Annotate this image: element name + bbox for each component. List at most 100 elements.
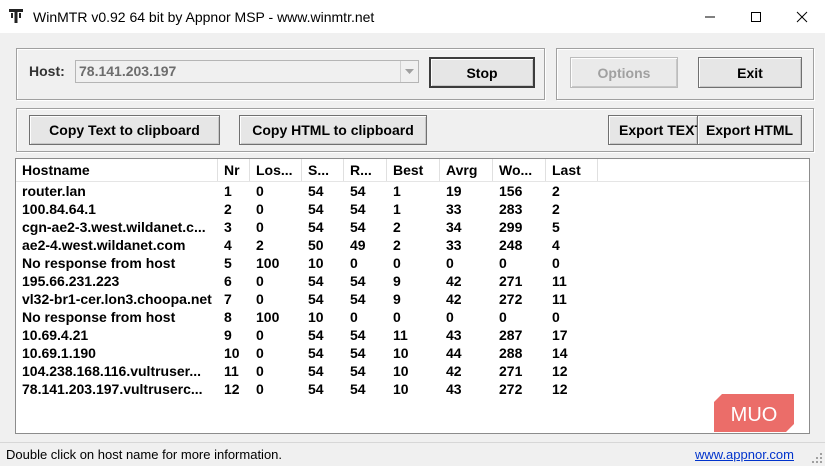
appnor-link[interactable]: www.appnor.com xyxy=(695,447,794,462)
column-header-recv[interactable]: R... xyxy=(344,159,387,181)
cell-best: 9 xyxy=(393,291,401,307)
column-header-last[interactable]: Last xyxy=(546,159,598,181)
options-button[interactable]: Options xyxy=(570,57,678,88)
cell-hostname[interactable]: 78.141.203.197.vultruserc... xyxy=(16,380,218,398)
cell-hostname[interactable]: vl32-br1-cer.lon3.choopa.net xyxy=(16,290,218,308)
copy-text-button[interactable]: Copy Text to clipboard xyxy=(29,115,220,145)
cell-worst: 288 xyxy=(499,345,523,361)
column-header-best[interactable]: Best xyxy=(387,159,440,181)
column-header-worst[interactable]: Wo... xyxy=(493,159,546,181)
cell-sent: 54 xyxy=(308,291,324,307)
svg-text:MUO: MUO xyxy=(731,404,778,426)
cell-hostname[interactable]: 100.84.64.1 xyxy=(16,200,218,218)
cell-worst: 248 xyxy=(499,237,523,253)
cell-worst: 272 xyxy=(499,381,523,397)
maximize-icon xyxy=(751,11,761,22)
cell-recv: 54 xyxy=(350,183,366,199)
cell-avrg: 0 xyxy=(446,255,454,271)
cell-avrg: 33 xyxy=(446,201,462,217)
cell-avrg: 33 xyxy=(446,237,462,253)
cell-hostname[interactable]: ae2-4.west.wildanet.com xyxy=(16,236,218,254)
cell-avrg: 44 xyxy=(446,345,462,361)
cell-worst: 271 xyxy=(499,273,523,289)
cell-loss: 0 xyxy=(256,183,264,199)
table-row[interactable]: 10.69.1.190 10 0 54 54 10 44 288 14 xyxy=(16,344,809,362)
table-row[interactable]: vl32-br1-cer.lon3.choopa.net 7 0 54 54 9 42 272… xyxy=(16,290,809,308)
cell-avrg: 42 xyxy=(446,363,462,379)
cell-sent: 54 xyxy=(308,363,324,379)
cell-loss: 0 xyxy=(256,381,264,397)
cell-last: 11 xyxy=(552,291,567,307)
exit-button[interactable]: Exit xyxy=(698,57,802,88)
cell-nr: 5 xyxy=(224,255,232,271)
cell-best: 2 xyxy=(393,237,401,253)
cell-last: 12 xyxy=(552,363,568,379)
cell-hostname[interactable]: 104.238.168.116.vultruser... xyxy=(16,362,218,380)
cell-best: 2 xyxy=(393,219,401,235)
cell-recv: 0 xyxy=(350,255,358,271)
cell-loss: 2 xyxy=(256,237,264,253)
cell-last: 2 xyxy=(552,183,560,199)
cell-hostname[interactable]: No response from host xyxy=(16,254,218,272)
cell-hostname[interactable]: 195.66.231.223 xyxy=(16,272,218,290)
column-header-hostname[interactable]: Hostname xyxy=(16,159,218,181)
table-row[interactable]: 195.66.231.223 6 0 54 54 9 42 271 11 xyxy=(16,272,809,290)
muo-watermark-logo: MUO xyxy=(714,394,794,432)
cell-recv: 0 xyxy=(350,309,358,325)
column-header-nr[interactable]: Nr xyxy=(218,159,250,181)
cell-last: 12 xyxy=(552,381,568,397)
trace-results-table[interactable]: Hostname Nr Los... S... R... Best Avrg W… xyxy=(15,158,810,434)
table-row[interactable]: cgn-ae2-3.west.wildanet.c... 3 0 54 54 2 34 299… xyxy=(16,218,809,236)
cell-best: 0 xyxy=(393,255,401,271)
cell-last: 11 xyxy=(552,273,567,289)
cell-worst: 299 xyxy=(499,219,523,235)
cell-recv: 54 xyxy=(350,273,366,289)
column-header-loss[interactable]: Los... xyxy=(250,159,302,181)
host-combobox[interactable]: 78.141.203.197 xyxy=(75,60,419,83)
cell-best: 10 xyxy=(393,363,409,379)
cell-best: 1 xyxy=(393,201,401,217)
column-header-avrg[interactable]: Avrg xyxy=(440,159,493,181)
table-row[interactable]: 104.238.168.116.vultruser... 11 0 54 54 10 42 2… xyxy=(16,362,809,380)
cell-sent: 54 xyxy=(308,201,324,217)
table-row[interactable]: 100.84.64.1 2 0 54 54 1 33 283 2 xyxy=(16,200,809,218)
title-bar[interactable]: WinMTR v0.92 64 bit by Appnor MSP - www.… xyxy=(0,0,825,33)
cell-recv: 54 xyxy=(350,291,366,307)
cell-recv: 54 xyxy=(350,381,366,397)
cell-hostname[interactable]: No response from host xyxy=(16,308,218,326)
cell-nr: 10 xyxy=(224,345,240,361)
cell-loss: 0 xyxy=(256,327,264,343)
table-row[interactable]: 10.69.4.21 9 0 54 54 11 43 287 17 xyxy=(16,326,809,344)
maximize-button[interactable] xyxy=(733,0,779,33)
close-icon xyxy=(796,11,808,22)
dropdown-arrow-icon[interactable] xyxy=(400,61,418,82)
cell-recv: 49 xyxy=(350,237,366,253)
cell-last: 14 xyxy=(552,345,568,361)
cell-hostname[interactable]: cgn-ae2-3.west.wildanet.c... xyxy=(16,218,218,236)
cell-loss: 0 xyxy=(256,345,264,361)
cell-hostname[interactable]: 10.69.4.21 xyxy=(16,326,218,344)
table-row[interactable]: 78.141.203.197.vultruserc... 12 0 54 54 10 43 2… xyxy=(16,380,809,398)
close-button[interactable] xyxy=(779,0,825,33)
table-row[interactable]: router.lan 1 0 54 54 1 19 156 2 xyxy=(16,182,809,200)
cell-avrg: 34 xyxy=(446,219,462,235)
export-text-button[interactable]: Export TEXT xyxy=(608,115,698,145)
cell-sent: 50 xyxy=(308,237,324,253)
cell-hostname[interactable]: router.lan xyxy=(16,182,218,200)
cell-loss: 0 xyxy=(256,273,264,289)
export-html-button[interactable]: Export HTML xyxy=(697,115,802,145)
column-header-sent[interactable]: S... xyxy=(302,159,344,181)
table-row[interactable]: No response from host 8 100 10 0 0 0 0 0 xyxy=(16,308,809,326)
table-row[interactable]: ae2-4.west.wildanet.com 4 2 50 49 2 33 248 4 xyxy=(16,236,809,254)
resize-grip-icon[interactable] xyxy=(811,452,823,464)
cell-worst: 0 xyxy=(499,255,507,271)
cell-best: 10 xyxy=(393,381,409,397)
table-row[interactable]: No response from host 5 100 10 0 0 0 0 0 xyxy=(16,254,809,272)
cell-avrg: 42 xyxy=(446,291,462,307)
cell-best: 10 xyxy=(393,345,409,361)
cell-hostname[interactable]: 10.69.1.190 xyxy=(16,344,218,362)
copy-html-button[interactable]: Copy HTML to clipboard xyxy=(239,115,427,145)
minimize-button[interactable] xyxy=(687,0,733,33)
stop-button[interactable]: Stop xyxy=(429,57,535,88)
cell-sent: 54 xyxy=(308,327,324,343)
